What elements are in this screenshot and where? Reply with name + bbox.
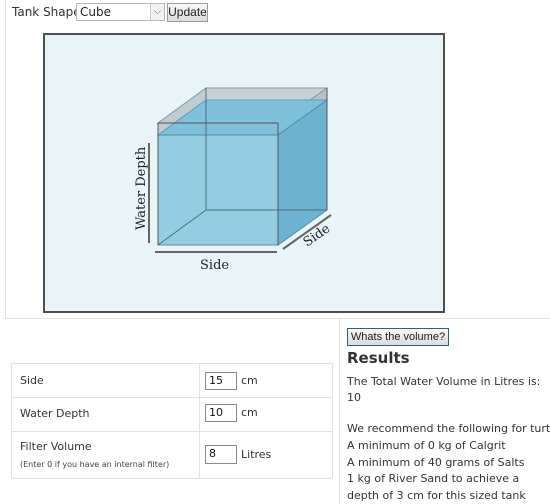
sand-line: 1 kg of River Sand to achieve a: [347, 472, 520, 485]
water-depth-unit: cm: [241, 406, 258, 419]
results-heading: Results: [347, 349, 410, 367]
depth-label: Water Depth: [134, 146, 149, 230]
volume-text: The Total Water Volume in Litres is:: [347, 375, 541, 388]
side-input[interactable]: 15: [205, 372, 237, 390]
depth-line: depth of 3 cm for this sized tank: [347, 489, 526, 502]
cube-illustration: Water Depth Side Side: [134, 87, 333, 273]
salts-line: A minimum of 40 grams of Salts: [347, 456, 525, 469]
calgrit-line: A minimum of 0 kg of Calgrit: [347, 439, 506, 452]
side-bottom-label: Side: [200, 258, 229, 273]
filter-volume-hint: (Enter 0 if you have an internal filter): [20, 460, 170, 469]
tank-shape-select[interactable]: Cube ⌵: [76, 3, 165, 21]
tank-shape-label: Tank Shape:: [12, 5, 85, 19]
side-label: Side: [20, 374, 44, 387]
filter-volume-input[interactable]: 8: [205, 445, 237, 464]
chevron-down-icon[interactable]: ⌵: [150, 4, 164, 20]
filter-volume-unit: Litres: [241, 448, 272, 461]
recommendation-text: We recommend the following for turtles: [347, 422, 550, 435]
water-depth-label: Water Depth: [20, 407, 90, 420]
water-depth-input[interactable]: 10: [205, 404, 237, 422]
filter-volume-label: Filter Volume: [20, 440, 92, 453]
tank-shape-value: Cube: [80, 5, 111, 19]
section-divider: [5, 318, 550, 319]
calculate-volume-button[interactable]: Whats the volume?: [347, 328, 449, 346]
volume-value: 10: [347, 391, 361, 404]
side-unit: cm: [241, 374, 258, 387]
left-border: [5, 0, 6, 318]
column-divider: [339, 318, 340, 504]
update-button[interactable]: Update: [167, 3, 208, 22]
tank-diagram: Water Depth Side Side: [43, 33, 445, 313]
